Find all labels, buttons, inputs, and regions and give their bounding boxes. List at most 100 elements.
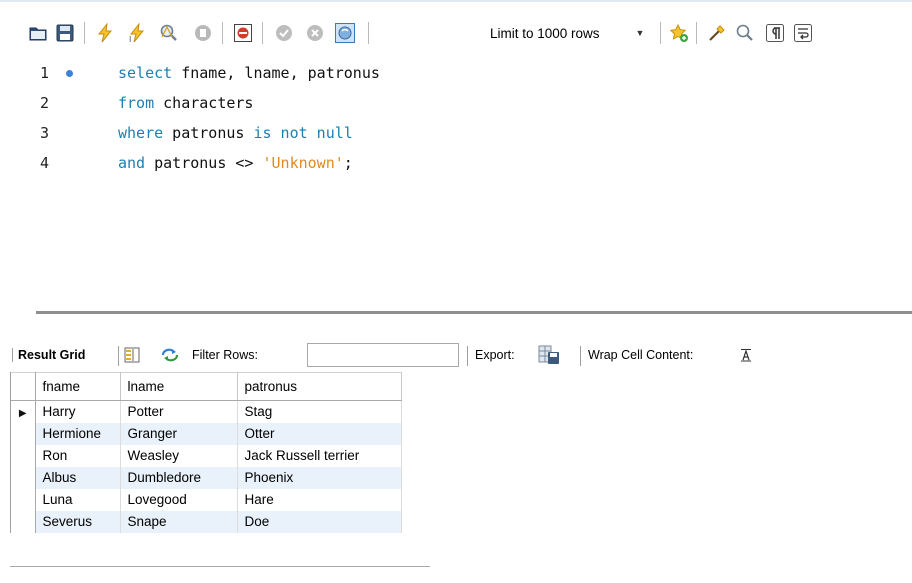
line-number: 1 [40, 64, 50, 82]
toolbar-separator [696, 22, 697, 44]
filter-rows-label: Filter Rows: [192, 348, 258, 362]
rollback-icon[interactable] [304, 22, 326, 44]
grid-cell[interactable]: Ron [35, 444, 121, 467]
code-line: from characters [118, 90, 253, 116]
code-line: select fname, lname, patronus [118, 60, 380, 86]
limit-rows-select[interactable]: Limit to 1000 rows ▼ [484, 22, 648, 44]
toolbar-separator [660, 22, 661, 44]
row-header[interactable] [11, 510, 36, 533]
table-row[interactable]: Ron Weasley Jack Russell terrier [11, 444, 402, 467]
open-folder-icon[interactable] [27, 22, 49, 44]
editor-line: 3 where patronus is not null [0, 120, 912, 146]
toolbar-separator [262, 22, 263, 44]
grid-cell[interactable]: Hare [237, 488, 402, 511]
invisible-chars-icon[interactable] [764, 22, 786, 44]
save-icon[interactable] [54, 22, 76, 44]
table-row[interactable]: Severus Snape Doe [11, 510, 402, 533]
grid-cell[interactable]: Granger [120, 422, 238, 445]
find-icon[interactable] [734, 22, 756, 44]
current-row-icon: ▶ [18, 408, 27, 420]
svg-text:I: I [129, 35, 131, 43]
grid-cell[interactable]: Phoenix [237, 466, 402, 489]
code-token: 'Unknown' [262, 154, 344, 172]
favorite-snippet-icon[interactable] [668, 22, 690, 44]
code-token: where [118, 124, 164, 142]
statement-marker-icon [66, 70, 73, 77]
result-grid[interactable]: fname lname patronus ▶ Harry Potter Stag Her… [10, 372, 402, 533]
filter-rows-input[interactable] [307, 343, 459, 367]
line-number: 2 [40, 94, 50, 112]
column-header-fname[interactable]: fname [35, 372, 121, 401]
autocommit-icon[interactable] [334, 22, 356, 44]
grid-header-row: fname lname patronus [11, 372, 402, 401]
editor-line: 4 and patronus <> 'Unknown'; [0, 150, 912, 176]
beautify-icon[interactable] [706, 22, 728, 44]
grid-cell[interactable]: Severus [35, 510, 121, 533]
explain-icon[interactable] [158, 22, 180, 44]
grid-cell[interactable]: Doe [237, 510, 402, 533]
form-editor-icon[interactable] [124, 340, 140, 370]
result-grid-tab[interactable]: Result Grid [12, 340, 85, 370]
toggle-error-icon[interactable] [232, 22, 254, 44]
row-header[interactable] [11, 444, 36, 467]
toolbar-separator [580, 346, 581, 366]
line-number: 4 [40, 154, 50, 172]
results-toolbar: Result Grid Filter Rows: Export: Wrap Ce… [12, 340, 912, 370]
grid-cell[interactable]: Snape [120, 510, 238, 533]
row-header-corner [11, 372, 36, 401]
export-label: Export: [475, 348, 515, 362]
result-grid-label: Result Grid [12, 348, 85, 362]
table-row[interactable]: Luna Lovegood Hare [11, 488, 402, 511]
table-row[interactable]: ▶ Harry Potter Stag [11, 400, 402, 423]
code-token: patronus [163, 124, 254, 142]
row-header[interactable] [11, 488, 36, 511]
code-token: patronus <> [145, 154, 263, 172]
table-row[interactable]: Hermione Granger Otter [11, 422, 402, 445]
toolbar-separator [84, 22, 85, 44]
sql-editor[interactable]: 1 select fname, lname, patronus 2 from c… [0, 56, 912, 306]
grid-cell[interactable]: Harry [35, 400, 121, 423]
execute-current-icon[interactable]: I [126, 22, 148, 44]
chevron-down-icon[interactable]: ▼ [632, 22, 648, 44]
code-token: and [118, 154, 146, 172]
editor-results-splitter[interactable] [36, 311, 912, 314]
line-number: 3 [40, 124, 50, 142]
row-header[interactable]: ▶ [11, 400, 36, 423]
row-header[interactable] [11, 466, 36, 489]
code-token: select [118, 64, 173, 82]
grid-bottom-border [10, 566, 430, 567]
execute-icon[interactable] [94, 22, 116, 44]
column-header-lname[interactable]: lname [120, 372, 238, 401]
grid-cell[interactable]: Weasley [120, 444, 238, 467]
column-header-patronus[interactable]: patronus [237, 372, 402, 401]
code-line: where patronus is not null [118, 120, 353, 146]
table-row[interactable]: Albus Dumbledore Phoenix [11, 466, 402, 489]
commit-icon[interactable] [273, 22, 295, 44]
row-header[interactable] [11, 422, 36, 445]
limit-rows-label: Limit to 1000 rows [490, 25, 600, 41]
wrap-cell-toggle-icon[interactable] [739, 340, 753, 370]
toolbar-separator [118, 346, 119, 366]
grid-cell[interactable]: Albus [35, 466, 121, 489]
grid-cell[interactable]: Dumbledore [120, 466, 238, 489]
editor-line: 1 select fname, lname, patronus [0, 60, 912, 86]
code-token: characters [154, 94, 254, 112]
grid-cell[interactable]: Stag [237, 400, 402, 423]
code-line: and patronus <> 'Unknown'; [118, 150, 353, 176]
grid-cell[interactable]: Luna [35, 488, 121, 511]
grid-cell[interactable]: Otter [237, 422, 402, 445]
grid-cell[interactable]: Lovegood [120, 488, 238, 511]
toolbar-separator [467, 346, 468, 366]
stop-icon[interactable] [192, 22, 214, 44]
export-icon[interactable] [538, 340, 560, 370]
editor-line: 2 from characters [0, 90, 912, 116]
grid-cell[interactable]: Jack Russell terrier [237, 444, 402, 467]
grid-cell[interactable]: Potter [120, 400, 238, 423]
code-token: is not null [253, 124, 353, 142]
refresh-icon[interactable] [160, 340, 180, 370]
grid-cell[interactable]: Hermione [35, 422, 121, 445]
wrap-cell-label: Wrap Cell Content: [588, 348, 694, 362]
word-wrap-icon[interactable] [792, 22, 814, 44]
code-token: from [118, 94, 155, 112]
toolbar-accent [0, 0, 912, 2]
